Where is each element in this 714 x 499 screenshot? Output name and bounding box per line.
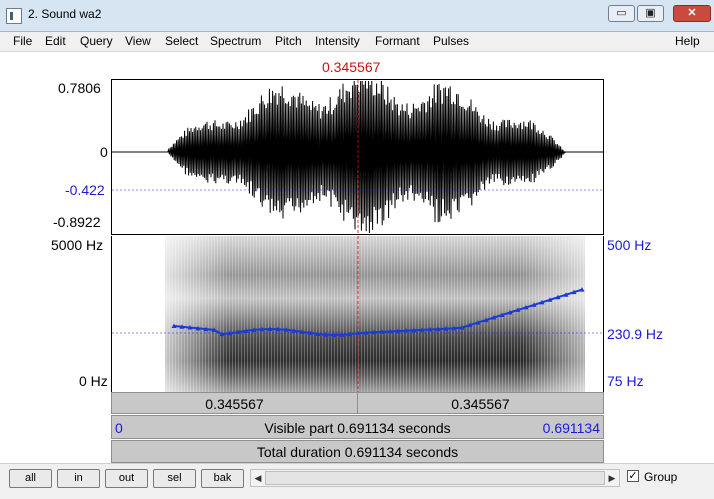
scroll-left-arrow[interactable]: ◀ (251, 470, 265, 486)
spectro-freq-bottom: 0 Hz (79, 373, 108, 389)
waveform-plot (112, 80, 603, 234)
timebar-left-value: 0.345567 (205, 396, 264, 412)
menu-query[interactable]: Query (80, 34, 113, 48)
spectro-freq-top: 5000 Hz (51, 237, 104, 253)
zoom-back-button[interactable]: bak (201, 469, 244, 488)
waveform-view[interactable] (111, 79, 604, 235)
spectrogram-fade (165, 236, 585, 392)
pitch-top-label: 500 Hz (607, 237, 652, 253)
zoom-selection-button[interactable]: sel (153, 469, 196, 488)
group-checkbox[interactable]: ✓ (627, 470, 639, 482)
timebar-left[interactable]: 0.345567 (111, 392, 358, 414)
total-duration-label: Total duration 0.691134 seconds (256, 444, 459, 460)
wave-y-zero: 0 (100, 144, 108, 160)
bottom-toolbar: all in out sel bak ◀ ▶ ✓ Group (0, 463, 714, 499)
zoom-in-button[interactable]: in (57, 469, 100, 488)
menu-pulses[interactable]: Pulses (433, 34, 469, 48)
wave-y-cursor: -0.422 (65, 182, 105, 198)
window-title: 2. Sound wa2 (28, 7, 102, 21)
menu-file[interactable]: File (13, 34, 32, 48)
wave-y-min: -0.8922 (53, 214, 101, 230)
minimize-button[interactable]: ▭ (608, 5, 635, 22)
group-label: Group (644, 470, 678, 484)
timebar-right-value: 0.345567 (451, 396, 510, 412)
visible-part-bar[interactable]: 0 Visible part 0.691134 seconds 0.691134 (111, 415, 604, 439)
spectrogram-view[interactable] (111, 236, 604, 392)
menu-select[interactable]: Select (165, 34, 198, 48)
spectrogram-plot (112, 236, 603, 392)
zoom-all-button[interactable]: all (9, 469, 52, 488)
menu-help[interactable]: Help (675, 34, 700, 48)
scrollbar-thumb[interactable] (265, 471, 605, 485)
menu-pitch[interactable]: Pitch (275, 34, 302, 48)
zoom-out-button[interactable]: out (105, 469, 148, 488)
timebar-right[interactable]: 0.345567 (357, 392, 604, 414)
time-scrollbar[interactable]: ◀ ▶ (250, 469, 620, 487)
visible-part-label: Visible part 0.691134 seconds (264, 420, 451, 436)
total-duration-bar[interactable]: Total duration 0.691134 seconds (111, 440, 604, 463)
menu-spectrum[interactable]: Spectrum (210, 34, 261, 48)
waveform-trace (112, 80, 603, 234)
title-bar: 2. Sound wa2 ▭ ▣ ✕ (0, 0, 714, 32)
close-button[interactable]: ✕ (673, 5, 711, 22)
menu-bar: File Edit Query View Select Spectrum Pit… (0, 32, 714, 52)
maximize-button[interactable]: ▣ (637, 5, 664, 22)
visible-end: 0.691134 (542, 420, 600, 436)
cursor-time-label: 0.345567 (322, 59, 381, 75)
scroll-right-arrow[interactable]: ▶ (605, 470, 619, 486)
pitch-cursor-label: 230.9 Hz (607, 326, 664, 342)
pitch-bottom-label: 75 Hz (607, 373, 644, 389)
menu-edit[interactable]: Edit (45, 34, 66, 48)
menu-view[interactable]: View (125, 34, 151, 48)
menu-intensity[interactable]: Intensity (315, 34, 360, 48)
app-icon[interactable] (6, 8, 22, 24)
wave-y-max: 0.7806 (58, 80, 101, 96)
menu-formant[interactable]: Formant (375, 34, 420, 48)
